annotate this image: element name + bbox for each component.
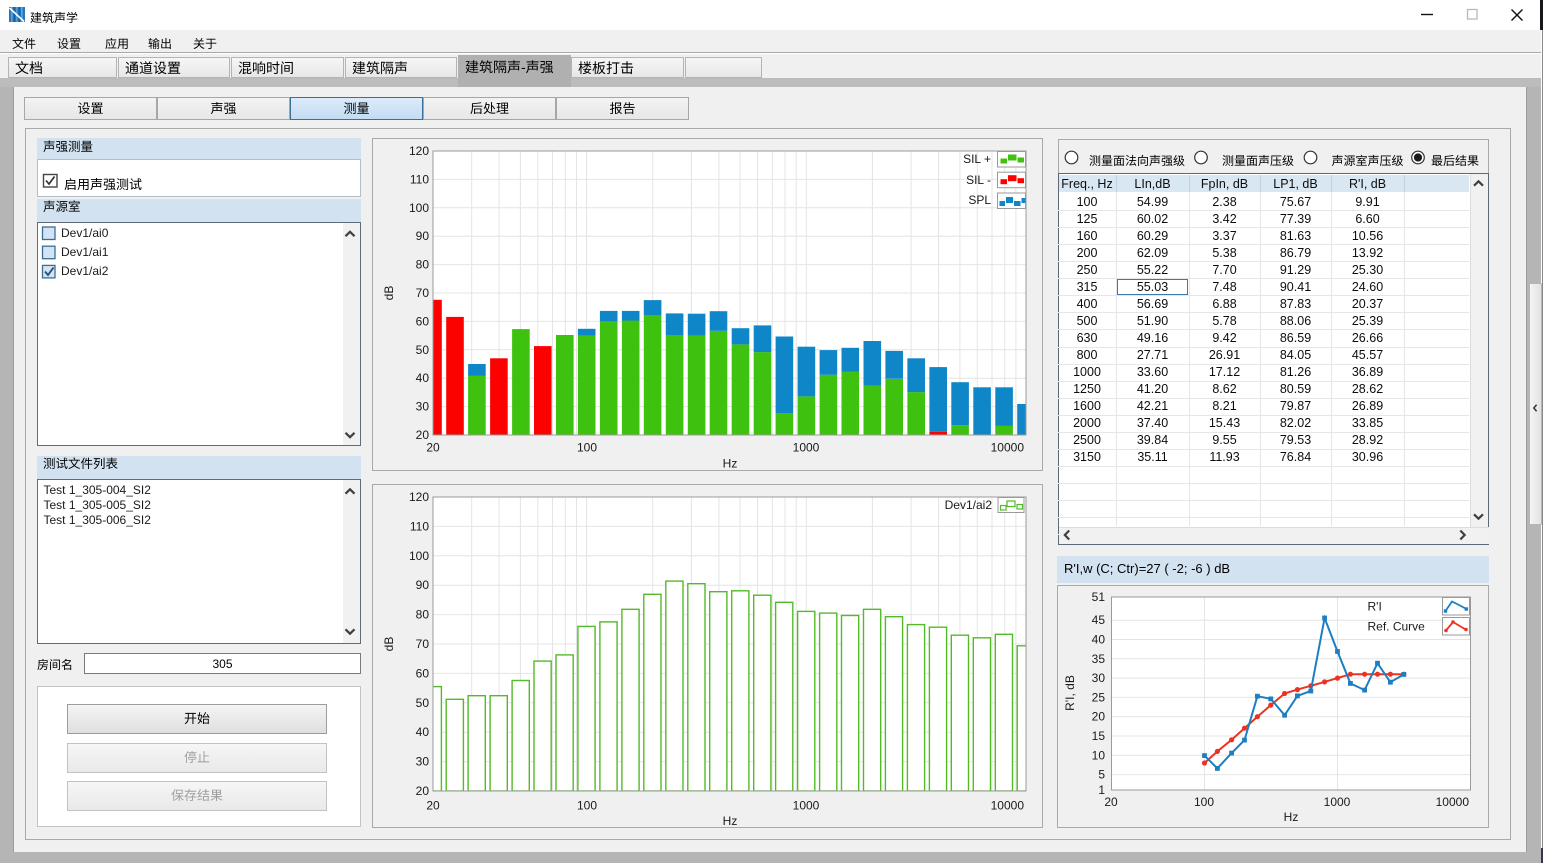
svg-text:50: 50 <box>416 343 430 357</box>
svg-text:R'I, dB: R'I, dB <box>1063 675 1077 711</box>
svg-text:90: 90 <box>416 229 430 243</box>
svg-text:45: 45 <box>1091 613 1105 627</box>
svg-text:dB: dB <box>382 286 396 301</box>
svg-text:80: 80 <box>416 608 430 622</box>
svg-text:40: 40 <box>416 725 430 739</box>
svg-text:50: 50 <box>416 696 430 710</box>
svg-text:20: 20 <box>1104 795 1118 809</box>
svg-text:40: 40 <box>416 371 430 385</box>
svg-text:120: 120 <box>409 144 429 158</box>
svg-text:Hz: Hz <box>723 814 738 828</box>
svg-text:SPL: SPL <box>968 193 991 207</box>
svg-text:1000: 1000 <box>793 799 820 813</box>
svg-text:51: 51 <box>1091 590 1105 604</box>
svg-text:Hz: Hz <box>1283 810 1298 824</box>
svg-text:100: 100 <box>409 201 429 215</box>
svg-text:Ref. Curve: Ref. Curve <box>1367 620 1425 634</box>
svg-text:60: 60 <box>416 314 430 328</box>
svg-text:90: 90 <box>416 578 430 592</box>
svg-text:100: 100 <box>577 799 597 813</box>
svg-text:40: 40 <box>1091 633 1105 647</box>
svg-text:30: 30 <box>416 400 430 414</box>
svg-text:80: 80 <box>416 258 430 272</box>
svg-text:SIL +: SIL + <box>963 152 991 166</box>
svg-text:1000: 1000 <box>1323 795 1350 809</box>
svg-text:100: 100 <box>409 549 429 563</box>
svg-text:100: 100 <box>1193 795 1213 809</box>
svg-text:Hz: Hz <box>723 457 738 471</box>
svg-text:110: 110 <box>410 172 429 186</box>
svg-text:30: 30 <box>1091 671 1105 685</box>
svg-text:35: 35 <box>1091 652 1105 666</box>
svg-text:70: 70 <box>416 637 430 651</box>
svg-text:20: 20 <box>1091 710 1105 724</box>
svg-text:70: 70 <box>416 286 430 300</box>
svg-text:20: 20 <box>426 799 440 813</box>
svg-text:20: 20 <box>426 441 440 455</box>
svg-text:15: 15 <box>1091 729 1105 743</box>
svg-text:30: 30 <box>416 755 430 769</box>
svg-text:100: 100 <box>577 441 597 455</box>
svg-text:dB: dB <box>382 637 396 652</box>
svg-text:10000: 10000 <box>991 799 1025 813</box>
svg-text:10000: 10000 <box>1435 795 1469 809</box>
svg-text:Dev1/ai2: Dev1/ai2 <box>945 498 993 512</box>
svg-text:10000: 10000 <box>991 441 1025 455</box>
svg-text:120: 120 <box>409 490 429 504</box>
svg-text:60: 60 <box>416 666 430 680</box>
svg-text:5: 5 <box>1098 768 1105 782</box>
svg-text:25: 25 <box>1091 690 1105 704</box>
svg-text:10: 10 <box>1091 748 1105 762</box>
svg-text:1000: 1000 <box>793 441 820 455</box>
svg-text:R'I: R'I <box>1367 600 1381 614</box>
svg-text:20: 20 <box>416 784 430 798</box>
svg-text:SIL -: SIL - <box>966 173 991 187</box>
svg-text:110: 110 <box>410 519 429 533</box>
